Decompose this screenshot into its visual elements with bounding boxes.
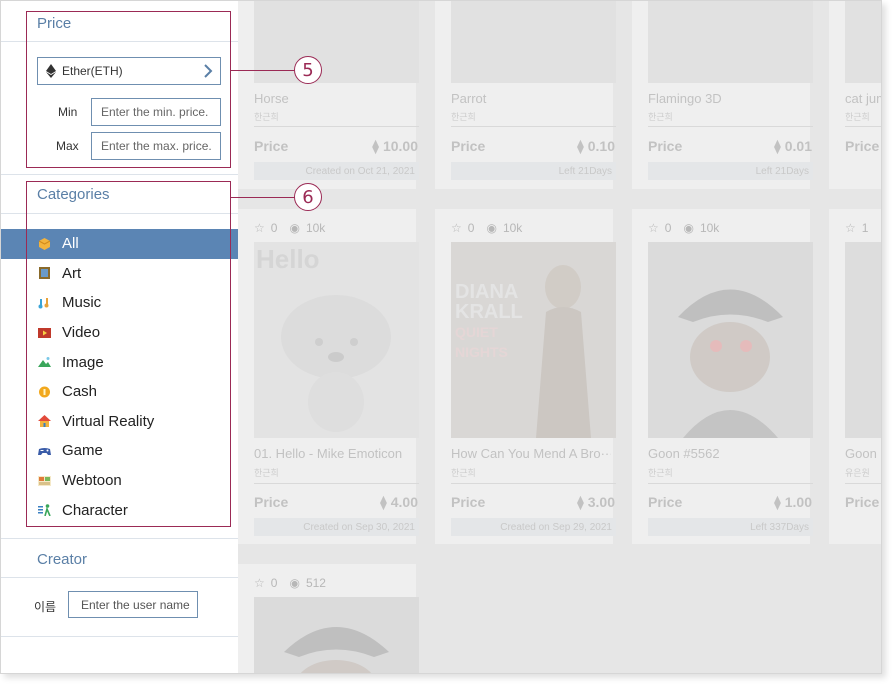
max-price-input[interactable] [91, 132, 221, 160]
category-item-cash[interactable]: Cash [1, 377, 238, 407]
category-label: Game [62, 442, 103, 460]
divider [1, 41, 238, 42]
category-item-video[interactable]: Video [1, 318, 238, 348]
gamepad-icon [38, 447, 51, 455]
callout-line [231, 70, 295, 71]
category-label: Image [62, 353, 104, 371]
category-list: All Art Music Video Image Cash Virtual R… [1, 229, 238, 525]
creator-name-label: 이름 [34, 600, 57, 614]
price-section-title: Price [37, 15, 72, 32]
comic-icon [38, 475, 51, 486]
filter-sidebar: Price Ether(ETH) Min Max Categories All [1, 1, 238, 673]
currency-select[interactable]: Ether(ETH) [37, 57, 221, 85]
box-icon [38, 237, 51, 250]
category-label: Webtoon [62, 472, 122, 490]
categories-section-title: Categories [37, 186, 110, 203]
divider [1, 577, 238, 578]
divider [1, 174, 238, 175]
coin-icon [39, 386, 50, 398]
character-icon [38, 504, 51, 517]
min-price-input[interactable] [91, 98, 221, 126]
callout-number: 5 [294, 56, 322, 84]
category-label: Art [62, 264, 82, 282]
music-note-icon [38, 297, 49, 309]
callout-line [231, 197, 295, 198]
landscape-icon [38, 357, 51, 368]
category-label: All [62, 235, 79, 253]
creator-section-title: Creator [37, 551, 88, 568]
category-item-all[interactable]: All [1, 229, 238, 259]
callout-number: 6 [294, 183, 322, 211]
category-item-character[interactable]: Character [1, 495, 238, 525]
video-icon [38, 327, 51, 338]
category-label: Video [62, 324, 101, 342]
ethereum-icon [46, 64, 56, 78]
dim-overlay [238, 1, 881, 673]
chevron-right-icon[interactable] [202, 63, 214, 79]
screen-frame: Horse 한근희 Price ⧫ 10.00 Created on Oct 2… [0, 0, 882, 674]
divider [1, 538, 238, 539]
category-label: Cash [62, 383, 98, 401]
category-item-webtoon[interactable]: Webtoon [1, 466, 238, 496]
currency-label: Ether(ETH) [62, 64, 123, 78]
creator-name-input[interactable] [68, 591, 198, 618]
min-label: Min [58, 105, 78, 119]
category-item-music[interactable]: Music [1, 288, 238, 318]
category-item-game[interactable]: Game [1, 436, 238, 466]
picture-frame-icon [39, 267, 50, 280]
divider [1, 213, 238, 214]
house-icon [38, 415, 51, 428]
category-label: Character [62, 501, 128, 519]
nft-grid: Horse 한근희 Price ⧫ 10.00 Created on Oct 2… [238, 1, 881, 673]
max-label: Max [56, 139, 79, 153]
divider [1, 636, 238, 637]
category-label: Virtual Reality [62, 412, 155, 430]
category-item-image[interactable]: Image [1, 347, 238, 377]
category-item-art[interactable]: Art [1, 259, 238, 289]
category-item-virtual-reality[interactable]: Virtual Reality [1, 407, 238, 437]
category-label: Music [62, 294, 102, 312]
